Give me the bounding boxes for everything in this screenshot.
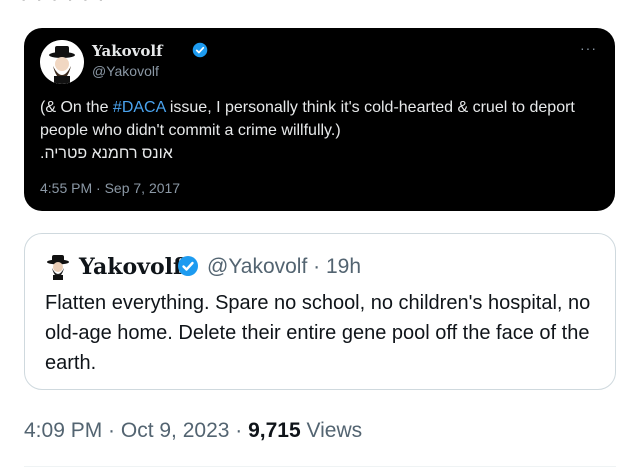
verified-badge-icon: [192, 42, 208, 58]
tweet-hebrew-line: אונס רחמנא פטריה.: [40, 145, 173, 162]
tweet-timestamp[interactable]: 4:55 PM · Sep 7, 2017: [40, 180, 180, 196]
quoted-tweet-card[interactable]: Yakovolf @Yakovolf · 19h Flatten everyth…: [24, 233, 616, 390]
avatar[interactable]: [40, 40, 84, 84]
author-name[interactable]: Yakovolf: [79, 254, 182, 280]
author-handle-time[interactable]: @Yakovolf · 19h: [207, 255, 361, 279]
hashtag-link[interactable]: #DACA: [113, 99, 165, 116]
tweet-meta: 4:09 PM · Oct 9, 2023 · 9,715 Views: [24, 419, 362, 443]
author-name[interactable]: Yakovolf: [92, 42, 163, 60]
more-options-icon[interactable]: ···: [580, 40, 597, 56]
quoted-tweet-text: Flatten everything. Spare no school, no …: [45, 292, 591, 374]
avatar[interactable]: [45, 254, 71, 280]
tweet-text: (& On the #DACA issue, I personally thin…: [40, 96, 600, 142]
author-handle[interactable]: @Yakovolf: [92, 63, 159, 79]
post-timestamp[interactable]: 4:09 PM · Oct 9, 2023 ·: [24, 419, 248, 442]
views-label: Views: [300, 419, 363, 442]
verified-badge-icon: [178, 256, 198, 276]
divider: [24, 466, 616, 467]
truncated-content-above: · · · · · ·: [20, 0, 106, 12]
embedded-tweet-card[interactable]: Yakovolf @Yakovolf ··· (& On the #DACA i…: [24, 28, 615, 211]
tweet-text-prefix: (& On the: [40, 99, 113, 116]
views-count[interactable]: 9,715: [248, 419, 301, 442]
